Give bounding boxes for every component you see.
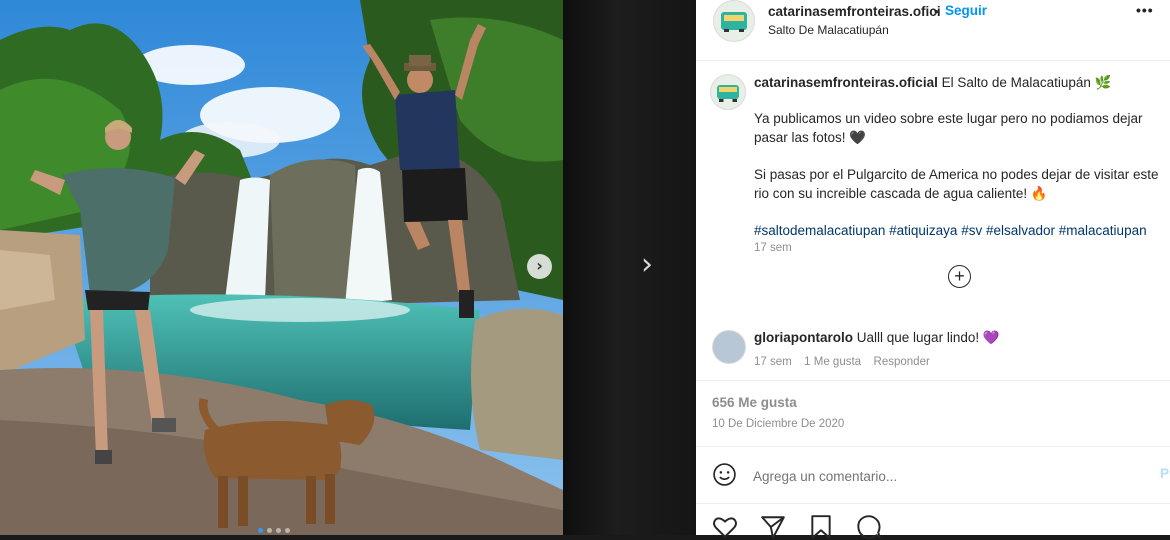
hashtag-link[interactable]: #malacatiupan (1059, 223, 1147, 238)
comment: gloriapontarolo Ualll que lugar lindo! 💜 (754, 328, 1000, 347)
caption-author[interactable]: catarinasemfronteiras.oficial (754, 75, 938, 90)
hashtag-link[interactable]: #elsalvador (986, 223, 1055, 238)
follow-button[interactable]: Seguir (945, 3, 987, 18)
comment-username[interactable]: gloriapontarolo (754, 330, 853, 345)
author-avatar[interactable] (713, 0, 755, 42)
post-header: catarinasemfronteiras.ofici • Seguir Sal… (696, 0, 1170, 61)
comment-time: 17 sem (754, 356, 792, 368)
reply-button[interactable]: Responder (874, 356, 930, 368)
carousel-dots (258, 528, 290, 533)
hashtag-link[interactable]: #saltodemalacatiupan (754, 223, 885, 238)
load-more-comments-icon[interactable]: + (948, 265, 971, 288)
post-date: 10 De Diciembre De 2020 (712, 418, 845, 430)
next-post-strip (563, 0, 696, 535)
carousel-dot (285, 528, 290, 533)
carousel-dot (258, 528, 263, 533)
author-username[interactable]: catarinasemfronteiras.ofici (768, 4, 941, 19)
comment-meta: 17 sem 1 Me gusta Responder (754, 352, 930, 370)
post-details-panel: catarinasemfronteiras.ofici • Seguir Sal… (696, 0, 1170, 539)
caption-avatar[interactable] (710, 74, 746, 110)
divider (696, 446, 1170, 447)
more-options-icon[interactable]: ••• (1136, 2, 1154, 18)
purple-heart-emoji: 💜 (982, 330, 1000, 345)
caption-line: Si pasas por el Pulgarcito de America no… (754, 167, 1159, 182)
divider (696, 503, 1170, 504)
comment-input[interactable] (751, 465, 1115, 487)
caption-body: Ya publicamos un video sobre este lugar … (754, 109, 1164, 240)
comment-text: Ualll que lugar lindo! (856, 330, 980, 345)
leaf-emoji-icon: 🌿 (1094, 75, 1112, 90)
post-comment-button[interactable]: Pu (1160, 466, 1170, 481)
post-photo[interactable]: › (0, 0, 563, 535)
hashtag-link[interactable]: #atiquizaya (889, 223, 957, 238)
location-link[interactable]: Salto De Malacatiupán (768, 23, 889, 37)
carousel-next-icon[interactable]: › (527, 254, 552, 279)
likes-count[interactable]: 656 Me gusta (712, 395, 797, 410)
commenter-avatar[interactable] (712, 330, 746, 364)
comment-bubble-icon[interactable] (856, 514, 882, 540)
caption-line: Ya publicamos un video sobre este lugar … (754, 111, 1143, 126)
caption-line: rio con su increible cascada de agua cal… (754, 186, 1048, 201)
header-separator: • (934, 4, 939, 19)
emoji-icon[interactable] (712, 462, 737, 487)
comment-likes[interactable]: 1 Me gusta (804, 356, 861, 368)
caption: catarinasemfronteiras.oficial El Salto d… (754, 73, 1159, 92)
hashtags: #saltodemalacatiupan #atiquizaya #sv #el… (754, 221, 1164, 240)
waterfall-photo (0, 0, 563, 535)
caption-title: El Salto de Malacatiupán (941, 75, 1091, 90)
carousel-dot (267, 528, 272, 533)
caption-line: pasar las fotos! 🖤 (754, 130, 867, 145)
divider (696, 380, 1170, 381)
caption-time: 17 sem (754, 242, 792, 254)
like-heart-icon[interactable] (712, 514, 738, 540)
share-send-icon[interactable] (760, 514, 786, 540)
save-bookmark-icon[interactable] (808, 514, 834, 540)
next-post-arrow-icon[interactable]: › (641, 250, 653, 280)
hashtag-link[interactable]: #sv (961, 223, 982, 238)
carousel-dot (276, 528, 281, 533)
